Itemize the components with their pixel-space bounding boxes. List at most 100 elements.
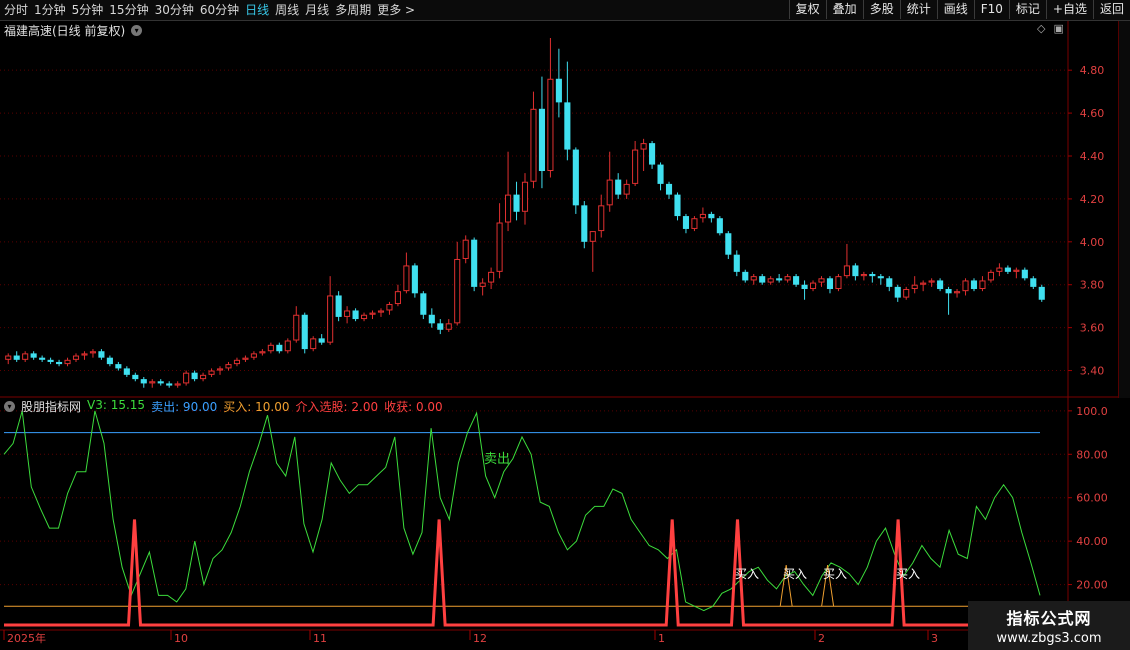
candle-body bbox=[250, 353, 257, 358]
sell-signal-label: 卖出 bbox=[484, 452, 510, 467]
candle-body bbox=[428, 314, 435, 324]
candle-body bbox=[335, 295, 342, 317]
candle bbox=[479, 278, 486, 296]
candle-body bbox=[708, 213, 715, 219]
candle bbox=[200, 372, 207, 382]
date-tick-label: 1 bbox=[658, 632, 665, 645]
candle bbox=[513, 181, 520, 221]
candle-body bbox=[454, 258, 461, 324]
candle-body bbox=[149, 381, 156, 384]
candle-body bbox=[377, 310, 385, 313]
candle bbox=[962, 278, 969, 296]
candle-body bbox=[437, 323, 444, 330]
candle bbox=[428, 308, 435, 328]
candle-body bbox=[818, 278, 825, 283]
candle bbox=[606, 151, 613, 212]
candle-body bbox=[623, 183, 630, 195]
candle bbox=[615, 173, 622, 199]
candle-body bbox=[979, 280, 986, 290]
candle-body bbox=[284, 340, 291, 352]
candle bbox=[327, 276, 334, 345]
candle-body bbox=[894, 286, 901, 298]
candle-body bbox=[276, 344, 283, 352]
candle bbox=[818, 276, 825, 287]
candle-body bbox=[1030, 278, 1037, 287]
candle-body bbox=[606, 179, 613, 206]
candle-body bbox=[39, 357, 46, 360]
candle-body bbox=[225, 364, 232, 369]
candle bbox=[555, 48, 562, 118]
candle-body bbox=[445, 323, 452, 330]
candle-body bbox=[835, 276, 842, 290]
candle-body bbox=[953, 291, 961, 294]
candle-body bbox=[327, 295, 334, 343]
candle bbox=[733, 250, 740, 277]
candle bbox=[488, 267, 495, 290]
candle-body bbox=[911, 284, 918, 290]
candle-body bbox=[488, 271, 495, 283]
candle-body bbox=[174, 383, 181, 386]
candle bbox=[360, 312, 368, 322]
chart-canvas[interactable]: 4.80 4.60 4.40 4.20 4.00 3.80 3.60 3.40 100.0 80… bbox=[0, 0, 1130, 650]
candle bbox=[649, 140, 656, 169]
candle bbox=[860, 271, 867, 281]
candle bbox=[166, 381, 173, 388]
candle-body bbox=[860, 274, 867, 277]
candle-body bbox=[903, 289, 910, 298]
candle bbox=[106, 355, 113, 367]
candle bbox=[691, 216, 698, 232]
candle bbox=[174, 381, 181, 388]
candle-body bbox=[200, 374, 207, 380]
candle bbox=[809, 280, 817, 292]
candle bbox=[242, 355, 249, 362]
candle bbox=[335, 291, 342, 322]
buy-signal-label: 买入 bbox=[783, 567, 807, 581]
candle-body bbox=[30, 353, 37, 358]
signal-annotations: 卖出买入 买入 买入 买入 bbox=[484, 452, 920, 581]
candle-body bbox=[157, 381, 164, 384]
candle-body bbox=[411, 265, 418, 294]
candle bbox=[852, 263, 859, 281]
watermark-url: www.zbgs3.com bbox=[996, 631, 1102, 646]
candle bbox=[682, 213, 690, 234]
price-tick-label: 4.40 bbox=[1080, 150, 1105, 163]
candle bbox=[132, 372, 139, 382]
candle bbox=[89, 349, 97, 358]
candle-body bbox=[403, 265, 410, 292]
candle-body bbox=[89, 351, 97, 354]
candle bbox=[216, 366, 224, 375]
candle bbox=[843, 243, 850, 279]
candle-body bbox=[615, 179, 622, 195]
candle bbox=[564, 61, 571, 161]
candle-body bbox=[267, 344, 274, 352]
candle bbox=[22, 351, 29, 362]
indicator-dropdown-icon[interactable]: ▾ bbox=[4, 401, 15, 412]
candle-body bbox=[716, 218, 723, 234]
price-tick-label: 4.60 bbox=[1080, 107, 1105, 120]
candle-body bbox=[64, 359, 71, 365]
candle-body bbox=[471, 239, 478, 287]
candle bbox=[538, 76, 545, 189]
candle-body bbox=[767, 278, 774, 283]
candle bbox=[250, 351, 257, 360]
candle bbox=[581, 201, 588, 249]
candle bbox=[742, 269, 749, 283]
candle bbox=[318, 334, 325, 345]
indicator-tick-label: 100.0 bbox=[1076, 405, 1108, 418]
candle bbox=[437, 319, 444, 335]
date-tick-label: 2025年 bbox=[7, 631, 46, 645]
candle-body bbox=[640, 143, 647, 150]
candle-body bbox=[242, 357, 249, 360]
candle-body bbox=[216, 368, 224, 371]
candle bbox=[81, 351, 88, 360]
candle bbox=[505, 151, 512, 232]
candle-body bbox=[742, 271, 749, 281]
candle bbox=[259, 349, 266, 356]
candle-body bbox=[259, 351, 266, 354]
candle bbox=[623, 179, 630, 199]
candle bbox=[928, 278, 935, 287]
candle bbox=[157, 379, 164, 386]
candle-body bbox=[691, 218, 698, 229]
candle bbox=[877, 274, 884, 285]
candle-body bbox=[996, 267, 1003, 272]
